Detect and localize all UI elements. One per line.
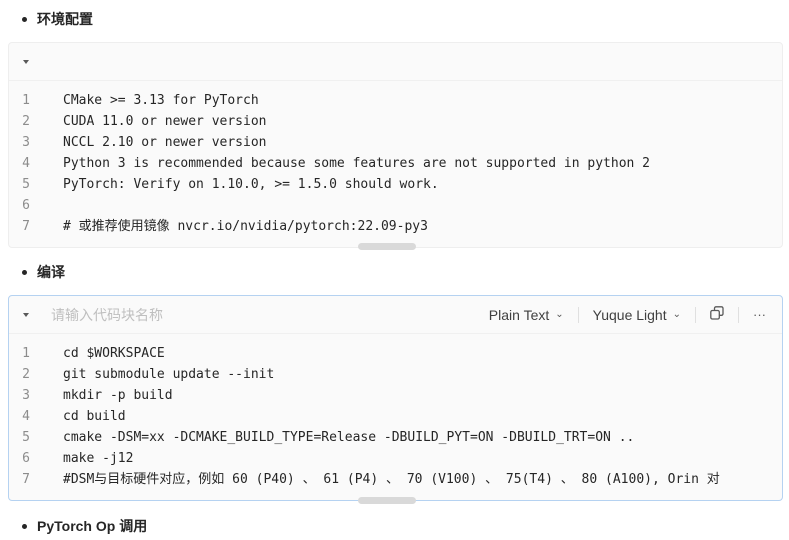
section-heading-build: 编译 [22, 262, 65, 282]
code-line[interactable]: 2 CUDA 11.0 or newer version [9, 111, 782, 132]
code-text[interactable]: git submodule update --init [41, 364, 274, 385]
code-line[interactable]: 7 # 或推荐使用镜像 nvcr.io/nvidia/pytorch:22.09-… [9, 216, 782, 237]
collapse-caret-icon[interactable] [23, 312, 29, 317]
section-title: 编译 [37, 264, 65, 280]
bullet-dot [22, 523, 27, 529]
code-text[interactable]: make -j12 [41, 448, 133, 469]
code-text[interactable]: cd build [41, 406, 126, 427]
line-number: 2 [22, 114, 30, 129]
collapse-caret-icon[interactable] [23, 59, 29, 64]
line-number: 4 [22, 409, 30, 424]
code-block-name-input[interactable]: 请输入代码块名称 [51, 305, 163, 325]
code-text[interactable] [41, 195, 63, 216]
more-options-icon[interactable]: ··· [753, 307, 766, 322]
code-block-toolbar: Plain Text ⌄ Yuque Light ⌄ ··· [489, 306, 782, 323]
line-number: 6 [22, 451, 30, 466]
language-select[interactable]: Plain Text ⌄ [489, 307, 564, 323]
code-text[interactable]: CUDA 11.0 or newer version [41, 111, 267, 132]
code-line[interactable]: 5 PyTorch: Verify on 1.10.0, >= 1.5.0 sho… [9, 174, 782, 195]
code-line[interactable]: 4 cd build [9, 406, 782, 427]
line-number: 4 [22, 156, 30, 171]
code-text[interactable]: mkdir -p build [41, 385, 173, 406]
code-line[interactable]: 6 make -j12 [9, 448, 782, 469]
code-text[interactable]: CMake >= 3.13 for PyTorch [41, 90, 259, 111]
horizontal-scrollbar-thumb[interactable] [358, 243, 416, 250]
code-block-env[interactable]: 1 CMake >= 3.13 for PyTorch 2 CUDA 11.0 or … [8, 42, 783, 248]
toolbar-divider [695, 306, 696, 323]
line-number: 2 [22, 367, 30, 382]
code-text[interactable]: #DSM与目标硬件对应，例如 60 (P40) 、 61 (P4) 、 70 (… [41, 469, 720, 490]
bullet-dot [22, 16, 27, 22]
horizontal-scrollbar-thumb[interactable] [358, 497, 416, 504]
code-block-header: 请输入代码块名称 Plain Text ⌄ Yuque Light ⌄ ··· [9, 296, 782, 334]
line-number: 5 [22, 430, 30, 445]
line-number: 7 [22, 219, 30, 234]
language-label: Plain Text [488, 306, 550, 323]
code-text[interactable]: # 或推荐使用镜像 nvcr.io/nvidia/pytorch:22.09-p… [41, 216, 428, 237]
line-number: 3 [22, 135, 30, 150]
code-line[interactable]: 4 Python 3 is recommended because some fe… [9, 153, 782, 174]
code-line[interactable]: 1 cd $WORKSPACE [9, 343, 782, 364]
section-title: PyTorch Op 调用 [37, 518, 148, 534]
code-block-body[interactable]: 1 CMake >= 3.13 for PyTorch 2 CUDA 11.0 or … [9, 81, 782, 237]
line-number: 7 [22, 472, 30, 487]
line-number: 5 [22, 177, 30, 192]
toolbar-divider [577, 306, 579, 323]
section-title: 环境配置 [37, 11, 93, 27]
code-line[interactable]: 5 cmake -DSM=xx -DCMAKE_BUILD_TYPE=Releas… [9, 427, 782, 448]
line-number: 3 [22, 388, 30, 403]
chevron-down-icon: ⌄ [672, 309, 681, 320]
theme-label: Yuque Light [592, 306, 667, 323]
code-line[interactable]: 2 git submodule update --init [9, 364, 782, 385]
code-text[interactable]: cd $WORKSPACE [41, 343, 165, 364]
code-text[interactable]: Python 3 is recommended because some fea… [41, 153, 650, 174]
toolbar-divider [738, 306, 739, 323]
line-number: 1 [22, 346, 30, 361]
code-line[interactable]: 3 NCCL 2.10 or newer version [9, 132, 782, 153]
section-heading-op: PyTorch Op 调用 [22, 516, 147, 536]
copy-icon[interactable] [710, 306, 724, 323]
code-line[interactable]: 1 CMake >= 3.13 for PyTorch [9, 90, 782, 111]
code-line[interactable]: 3 mkdir -p build [9, 385, 782, 406]
code-block-build[interactable]: 请输入代码块名称 Plain Text ⌄ Yuque Light ⌄ ··· … [8, 295, 783, 501]
code-block-header [9, 43, 782, 81]
code-text[interactable]: NCCL 2.10 or newer version [41, 132, 267, 153]
bullet-dot [22, 269, 27, 275]
code-text[interactable]: PyTorch: Verify on 1.10.0, >= 1.5.0 shou… [41, 174, 439, 195]
line-number: 6 [22, 198, 30, 213]
code-line[interactable]: 6 [9, 195, 782, 216]
code-block-body[interactable]: 1 cd $WORKSPACE 2 git submodule update --in… [9, 334, 782, 490]
code-line[interactable]: 7 #DSM与目标硬件对应，例如 60 (P40) 、 61 (P4) 、 70 … [9, 469, 782, 490]
line-number: 1 [22, 93, 30, 108]
chevron-down-icon: ⌄ [555, 309, 564, 320]
section-heading-env: 环境配置 [22, 9, 93, 29]
code-text[interactable]: cmake -DSM=xx -DCMAKE_BUILD_TYPE=Release… [41, 427, 634, 448]
theme-select[interactable]: Yuque Light ⌄ [593, 307, 681, 323]
